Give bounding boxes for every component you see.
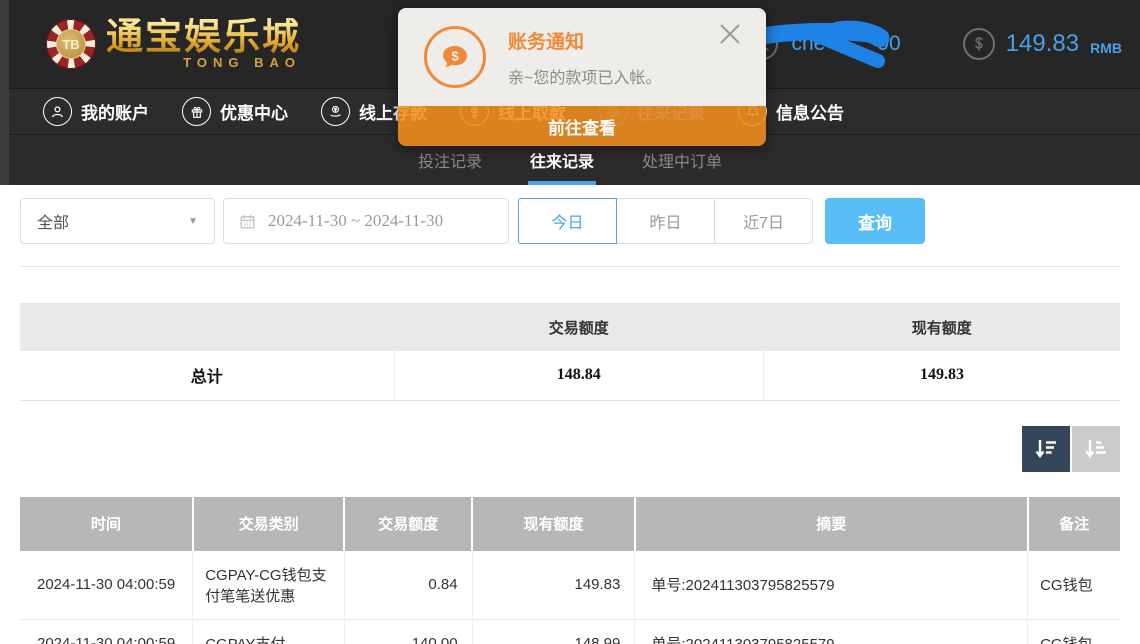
notification-title: 账务通知	[508, 27, 661, 54]
brand-text: 通宝娱乐城 TONG BAO	[106, 18, 301, 70]
gift-icon	[182, 97, 211, 126]
money-message-icon: $	[424, 26, 486, 88]
today-button[interactable]: 今日	[518, 198, 617, 244]
header-right: che90 149.83 RMB	[746, 28, 1122, 60]
left-edge-strip	[0, 0, 9, 185]
type-select[interactable]: 全部 ▼	[20, 198, 215, 244]
summary-header-empty	[20, 303, 394, 351]
balance[interactable]: 149.83 RMB	[963, 28, 1122, 60]
cell-amount: 0.84	[344, 551, 472, 620]
cell-balance: 149.83	[472, 551, 635, 620]
cell-note: CG钱包	[1028, 619, 1120, 644]
username: che90	[791, 32, 900, 56]
cell-summary: 单号:202411303795825579	[635, 619, 1028, 644]
brand-logo[interactable]: TB 通宝娱乐城 TONG BAO	[46, 18, 301, 70]
cell-time: 2024-11-30 04:00:59	[20, 551, 193, 620]
search-button[interactable]: 查询	[825, 198, 925, 244]
date-range-value: 2024-11-30 ~ 2024-11-30	[268, 211, 443, 231]
records-header-row: 时间 交易类别 交易额度 现有额度 摘要 备注	[20, 497, 1120, 551]
summary-transaction-amount: 148.84	[394, 351, 764, 400]
cell-summary: 单号:202411303795825579	[635, 551, 1028, 620]
col-header-time: 时间	[20, 497, 193, 551]
user-account[interactable]: che90	[746, 28, 900, 60]
dollar-coin-icon	[963, 28, 995, 60]
sort-ascending-button[interactable]	[1072, 426, 1120, 472]
chip-monogram: TB	[56, 29, 86, 59]
brand-name-en: TONG BAO	[106, 55, 301, 70]
summary-table: 交易额度 现有额度 总计 148.84 149.83	[20, 303, 1120, 401]
main-content: 全部 ▼ 2024-11-30 ~ 2024-11-30 今日 昨日 近7日 查…	[0, 198, 1140, 644]
calendar-icon	[238, 212, 257, 231]
yesterday-button[interactable]: 昨日	[616, 198, 715, 244]
last7days-button[interactable]: 近7日	[714, 198, 813, 244]
cell-amount: 140.00	[344, 619, 472, 644]
page: TB 通宝娱乐城 TONG BAO che90	[0, 0, 1140, 644]
filter-row: 全部 ▼ 2024-11-30 ~ 2024-11-30 今日 昨日 近7日 查…	[20, 198, 1120, 244]
brand-name-cn: 通宝娱乐城	[106, 18, 301, 57]
summary-current-amount: 149.83	[764, 351, 1120, 400]
cell-note: CG钱包	[1028, 551, 1120, 620]
col-header-balance: 现有额度	[472, 497, 635, 551]
sort-descending-icon	[1033, 436, 1059, 462]
sort-ascending-icon	[1083, 436, 1109, 462]
table-row: 2024-11-30 04:00:59 CGPAY支付 140.00 148.9…	[20, 619, 1120, 644]
col-header-note: 备注	[1028, 497, 1120, 551]
summary-header-transaction: 交易额度	[394, 303, 764, 351]
notification-message: 亲~您的款项已入帐。	[508, 64, 661, 88]
close-icon[interactable]	[716, 20, 744, 48]
svg-text:$: $	[451, 49, 459, 64]
notification-body: $ 账务通知 亲~您的款项已入帐。	[398, 8, 766, 106]
summary-total-label: 总计	[20, 351, 394, 400]
divider	[20, 266, 1120, 267]
nav-item-promotions[interactable]: 优惠中心	[182, 97, 288, 126]
cell-type: CGPAY支付	[193, 619, 345, 644]
col-header-type: 交易类别	[193, 497, 345, 551]
table-row: 2024-11-30 04:00:59 CGPAY-CG钱包支付笔笔送优惠 0.…	[20, 551, 1120, 620]
cell-time: 2024-11-30 04:00:59	[20, 619, 193, 644]
poker-chip-icon: TB	[46, 19, 96, 69]
sort-controls	[20, 426, 1120, 472]
date-range-input[interactable]: 2024-11-30 ~ 2024-11-30	[223, 198, 509, 244]
records-table: 时间 交易类别 交易额度 现有额度 摘要 备注 2024-11-30 04:00…	[20, 497, 1120, 644]
chevron-down-icon: ▼	[188, 216, 198, 227]
notification-popup: $ 账务通知 亲~您的款项已入帐。 前往查看	[398, 8, 766, 146]
summary-header-current: 现有额度	[764, 303, 1120, 351]
col-header-amount: 交易额度	[344, 497, 472, 551]
summary-row: 总计 148.84 149.83	[20, 351, 1120, 400]
cell-balance: 148.99	[472, 619, 635, 644]
quick-date-buttons: 今日 昨日 近7日	[518, 198, 813, 244]
deposit-icon	[321, 97, 350, 126]
balance-currency: RMB	[1090, 40, 1122, 56]
balance-amount: 149.83	[1006, 30, 1079, 58]
notification-texts: 账务通知 亲~您的款项已入帐。	[508, 27, 661, 88]
col-header-summary: 摘要	[635, 497, 1028, 551]
nav-item-my-account[interactable]: 我的账户	[43, 97, 149, 126]
cell-type: CGPAY-CG钱包支付笔笔送优惠	[193, 551, 345, 620]
go-view-button[interactable]: 前往查看	[398, 106, 766, 146]
type-select-value: 全部	[37, 209, 69, 233]
sort-descending-button[interactable]	[1022, 426, 1070, 472]
user-icon	[43, 97, 72, 126]
